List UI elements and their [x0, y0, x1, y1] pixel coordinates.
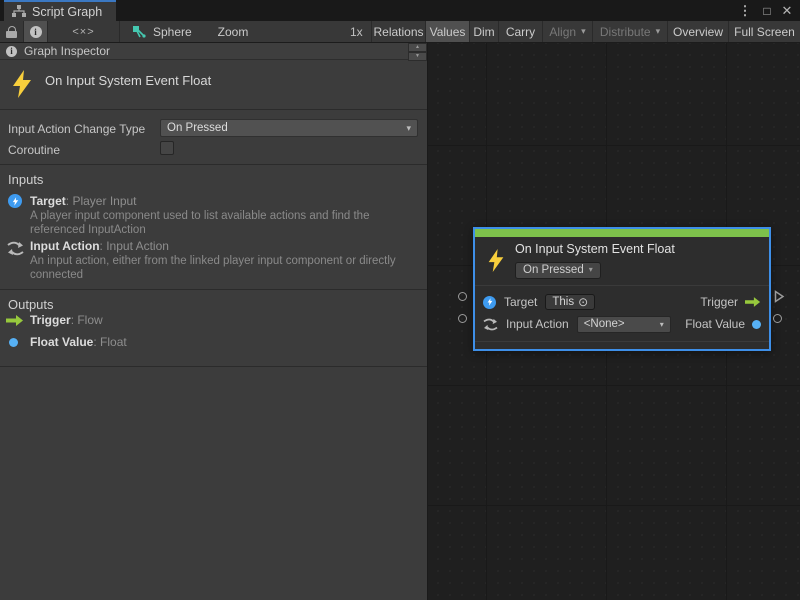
field-label-coroutine: Coroutine — [8, 143, 60, 157]
unit-title-block: On Input System Event Float — [0, 60, 427, 110]
input-port-action-connector[interactable] — [458, 314, 467, 323]
input-item-target-desc: A player input component used to list av… — [30, 209, 415, 237]
output-port-float-connector[interactable] — [773, 314, 782, 323]
caret-down-icon: ▾ — [406, 123, 411, 134]
input-item-target: Target: Player Input — [30, 194, 137, 208]
caret-down-icon: ▾ — [589, 266, 593, 274]
target-this-button[interactable]: This ⊙ — [545, 294, 595, 310]
port-label-float-value: Float Value — [685, 317, 745, 331]
info-icon: i — [6, 46, 17, 57]
lock-icon — [6, 26, 17, 38]
float-dot-icon — [9, 338, 18, 347]
zoom-label: Zoom — [216, 21, 250, 42]
inspect-toggle-button[interactable]: i — [24, 21, 48, 42]
unit-title: On Input System Event Float — [45, 73, 211, 88]
node-event-bar — [475, 229, 769, 237]
caret-down-icon: ▾ — [660, 320, 664, 329]
player-input-icon — [483, 296, 496, 309]
output-item-trigger: Trigger: Flow — [30, 313, 103, 327]
port-label-target: Target — [504, 295, 537, 309]
port-label-trigger: Trigger — [700, 295, 738, 309]
graph-inspector-header: i Graph Inspector ▸] — [0, 43, 427, 60]
preview-code-button[interactable]: <×> — [48, 21, 120, 42]
node-title: On Input System Event Float — [515, 242, 675, 256]
output-item-float: Float Value: Float — [30, 335, 127, 349]
dim-button[interactable]: Dim — [470, 21, 499, 42]
float-dot-icon — [752, 320, 761, 329]
caret-down-icon: ▾ — [656, 27, 661, 36]
graph-owner-breadcrumb[interactable]: Sphere — [132, 21, 222, 42]
section-divider — [0, 289, 427, 290]
inspector-scroll-spinners: ▲ ▼ — [408, 43, 427, 61]
node-header[interactable]: On Input System Event Float On Pressed ▾ — [475, 237, 769, 286]
change-type-dropdown[interactable]: On Pressed ▾ — [160, 119, 418, 137]
window-tab-bar: Script Graph ⋮ □ ✕ — [0, 0, 800, 21]
node-mode-dropdown[interactable]: On Pressed ▾ — [515, 262, 601, 279]
input-item-action: Input Action: Input Action — [30, 239, 169, 253]
flow-arrow-icon — [745, 297, 761, 307]
inputs-heading: Inputs — [8, 172, 43, 187]
window-maximize-icon[interactable]: □ — [758, 0, 776, 21]
values-button[interactable]: Values — [426, 21, 470, 42]
output-port-trigger-connector[interactable] — [774, 290, 785, 303]
input-item-action-desc: An input action, either from the linked … — [30, 254, 415, 282]
input-action-icon — [7, 241, 24, 256]
graph-asset-icon — [132, 25, 146, 39]
relations-button[interactable]: Relations — [372, 21, 426, 42]
align-button[interactable]: Align▾ — [543, 21, 593, 42]
change-type-value: On Pressed — [167, 122, 228, 134]
player-input-icon — [8, 194, 22, 208]
input-port-target-connector[interactable] — [458, 292, 467, 301]
window-menu-icon[interactable]: ⋮ — [736, 0, 754, 21]
input-action-icon — [483, 318, 498, 331]
event-bolt-icon — [11, 69, 33, 99]
section-divider — [0, 164, 427, 165]
graph-canvas[interactable]: On Input System Event Float On Pressed ▾… — [428, 43, 800, 600]
node-footer — [475, 341, 769, 349]
graph-owner-label: Sphere — [153, 25, 192, 39]
caret-down-icon: ▾ — [581, 27, 586, 36]
window-close-icon[interactable]: ✕ — [778, 0, 796, 21]
inspector-title: Graph Inspector — [24, 44, 404, 58]
zoom-value: 1x — [350, 21, 363, 42]
flow-arrow-icon — [6, 315, 24, 326]
node-body: Target This ⊙ Trigger Input Acti — [475, 286, 769, 341]
section-divider — [0, 366, 427, 367]
distribute-button[interactable]: Distribute▾ — [593, 21, 668, 42]
info-icon: i — [30, 26, 42, 38]
crosshair-icon: ⊙ — [578, 296, 588, 308]
script-graph-icon — [12, 5, 26, 18]
graph-inspector-panel: i Graph Inspector ▸] ▲ ▼ On Input System… — [0, 43, 428, 600]
port-label-input-action: Input Action — [506, 317, 569, 331]
tab-script-graph[interactable]: Script Graph — [4, 0, 116, 21]
overview-button[interactable]: Overview — [668, 21, 729, 42]
field-label-change-type: Input Action Change Type — [8, 122, 145, 136]
event-bolt-icon — [487, 248, 505, 273]
outputs-heading: Outputs — [8, 297, 54, 312]
code-icon: <×> — [72, 26, 94, 38]
carry-button[interactable]: Carry — [499, 21, 543, 42]
full-screen-button[interactable]: Full Screen — [729, 21, 800, 42]
node-on-input-system-event-float[interactable]: On Input System Event Float On Pressed ▾… — [473, 227, 771, 351]
graph-toolbar: i <×> Sphere Zoom 1x Relations Values Di… — [0, 21, 800, 43]
input-action-dropdown[interactable]: <None> ▾ — [577, 316, 671, 333]
scroll-up-button[interactable]: ▲ — [408, 43, 427, 52]
tab-label: Script Graph — [32, 5, 102, 19]
lock-button[interactable] — [0, 21, 24, 42]
coroutine-checkbox[interactable] — [160, 141, 174, 155]
